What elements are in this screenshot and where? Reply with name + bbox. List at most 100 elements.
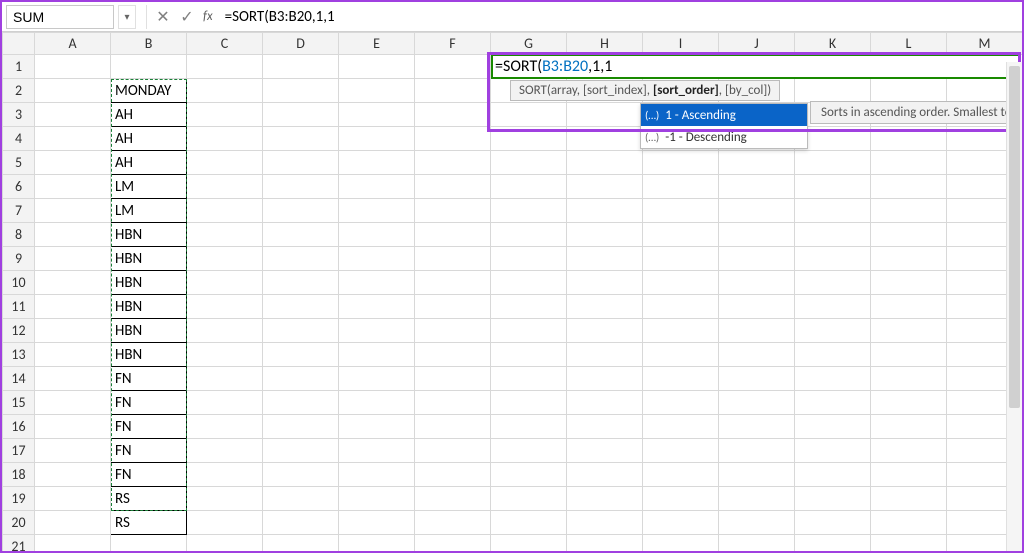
cell-J12[interactable] [719,319,795,343]
cell-L6[interactable] [871,175,947,199]
cell-L20[interactable] [871,511,947,535]
row-header-10[interactable]: 10 [3,271,35,295]
cell-A18[interactable] [35,463,111,487]
column-header-D[interactable]: D [263,33,339,55]
cell-K7[interactable] [795,199,871,223]
cell-I15[interactable] [643,391,719,415]
row-header-1[interactable]: 1 [3,55,35,79]
cell-K9[interactable] [795,247,871,271]
cell-F21[interactable] [415,535,491,552]
cell-I9[interactable] [643,247,719,271]
cell-I20[interactable] [643,511,719,535]
row-header-8[interactable]: 8 [3,223,35,247]
cell-K8[interactable] [795,223,871,247]
cell-D10[interactable] [263,271,339,295]
cell-F14[interactable] [415,367,491,391]
cell-L8[interactable] [871,223,947,247]
cell-I12[interactable] [643,319,719,343]
cell-G16[interactable] [491,415,567,439]
cell-E19[interactable] [339,487,415,511]
cell-B7[interactable]: LM [111,199,187,223]
cell-E10[interactable] [339,271,415,295]
cell-L5[interactable] [871,151,947,175]
cell-I19[interactable] [643,487,719,511]
cell-I14[interactable] [643,367,719,391]
cell-D12[interactable] [263,319,339,343]
cell-J6[interactable] [719,175,795,199]
cell-A21[interactable] [35,535,111,552]
cell-E13[interactable] [339,343,415,367]
cell-B18[interactable]: FN [111,463,187,487]
row-header-20[interactable]: 20 [3,511,35,535]
cell-F16[interactable] [415,415,491,439]
column-header-A[interactable]: A [35,33,111,55]
cell-G13[interactable] [491,343,567,367]
cell-D1[interactable] [263,55,339,79]
cell-C2[interactable] [187,79,263,103]
cell-A11[interactable] [35,295,111,319]
cell-B9[interactable]: HBN [111,247,187,271]
cell-H9[interactable] [567,247,643,271]
cell-J15[interactable] [719,391,795,415]
vertical-scroll-thumb[interactable] [1009,66,1020,408]
cell-H16[interactable] [567,415,643,439]
cell-B10[interactable]: HBN [111,271,187,295]
cell-H20[interactable] [567,511,643,535]
cell-A20[interactable] [35,511,111,535]
cell-E8[interactable] [339,223,415,247]
cell-F18[interactable] [415,463,491,487]
cell-C14[interactable] [187,367,263,391]
row-header-6[interactable]: 6 [3,175,35,199]
cell-K18[interactable] [795,463,871,487]
cell-K5[interactable] [795,151,871,175]
cell-K11[interactable] [795,295,871,319]
cell-F9[interactable] [415,247,491,271]
cell-G9[interactable] [491,247,567,271]
row-header-19[interactable]: 19 [3,487,35,511]
cell-F10[interactable] [415,271,491,295]
cell-I6[interactable] [643,175,719,199]
cell-B4[interactable]: AH [111,127,187,151]
cell-D20[interactable] [263,511,339,535]
cell-C20[interactable] [187,511,263,535]
cell-A14[interactable] [35,367,111,391]
row-header-7[interactable]: 7 [3,199,35,223]
cell-G5[interactable] [491,151,567,175]
cell-K15[interactable] [795,391,871,415]
vertical-scrollbar[interactable] [1006,62,1022,551]
cell-edit-overlay[interactable]: =SORT(B3:B20,1,1 [491,54,1021,79]
cell-L13[interactable] [871,343,947,367]
cell-B16[interactable]: FN [111,415,187,439]
cell-J5[interactable] [719,151,795,175]
accept-edit-button[interactable]: ✓ [175,5,199,29]
cell-D7[interactable] [263,199,339,223]
cell-A2[interactable] [35,79,111,103]
row-header-15[interactable]: 15 [3,391,35,415]
cell-C3[interactable] [187,103,263,127]
cell-A19[interactable] [35,487,111,511]
cell-D19[interactable] [263,487,339,511]
cell-I10[interactable] [643,271,719,295]
autocomplete-item-descending[interactable]: (…) -1 - Descending [641,126,807,148]
cell-H6[interactable] [567,175,643,199]
cell-D11[interactable] [263,295,339,319]
cell-G15[interactable] [491,391,567,415]
cell-A1[interactable] [35,55,111,79]
column-header-E[interactable]: E [339,33,415,55]
cell-B1[interactable] [111,55,187,79]
name-box[interactable] [6,5,114,29]
cell-H12[interactable] [567,319,643,343]
cell-A7[interactable] [35,199,111,223]
cell-B14[interactable]: FN [111,367,187,391]
cell-I16[interactable] [643,415,719,439]
column-header-B[interactable]: B [111,33,187,55]
cell-G7[interactable] [491,199,567,223]
cell-A4[interactable] [35,127,111,151]
cell-K2[interactable] [795,79,871,103]
row-header-18[interactable]: 18 [3,463,35,487]
cell-E20[interactable] [339,511,415,535]
cell-F6[interactable] [415,175,491,199]
cell-K21[interactable] [795,535,871,552]
cell-J20[interactable] [719,511,795,535]
column-header-J[interactable]: J [719,33,795,55]
